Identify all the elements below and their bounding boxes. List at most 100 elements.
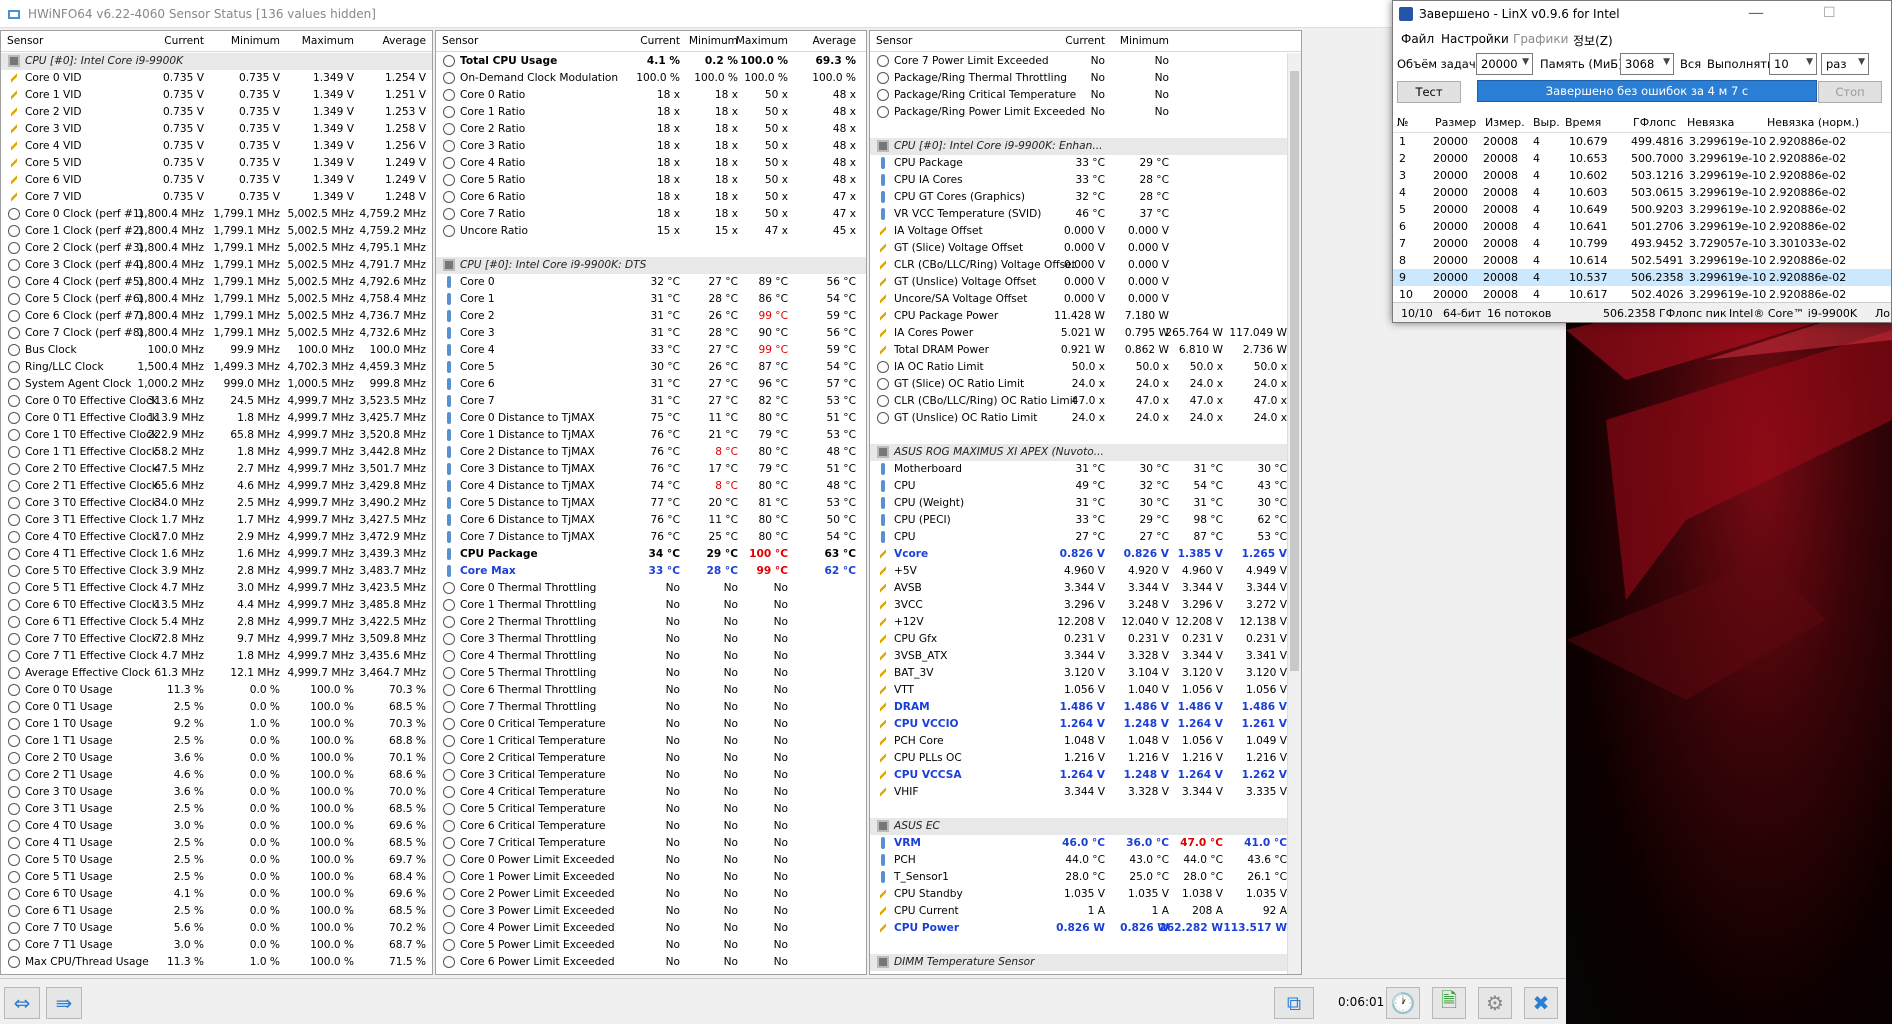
results-column-header[interactable]: Выр. [1533,116,1560,129]
run-unit-combo[interactable]: раз ▼ [1821,53,1869,75]
sensor-row[interactable]: Core 0 T0 Usage 11.3 % 0.0 % 100.0 % 70.3 % [1,682,432,699]
sensor-row[interactable]: Core 5 Distance to TjMAX 77 °C 20 °C 81 °C 5… [436,495,866,512]
sensor-row[interactable]: Core 2 Clock (perf #3) 1,800.4 MHz 1,799.1… [1,240,432,257]
sensor-row[interactable]: Core 0 Critical Temperature No No No [436,716,866,733]
sensor-row[interactable]: Core 1 T1 Usage 2.5 % 0.0 % 100.0 % 68.8 % [1,733,432,750]
sensor-row[interactable]: CLR (CBo/LLC/Ring) Voltage Offset 0.000 V… [870,257,1301,274]
scrollbar-thumb[interactable] [1290,71,1299,671]
sensor-row[interactable]: Core 6 T0 Usage 4.1 % 0.0 % 100.0 % 69.6 % [1,886,432,903]
minimize-icon[interactable]: — [1748,3,1764,22]
sensor-row[interactable]: On-Demand Clock Modulation 100.0 % 100.0 %… [436,70,866,87]
results-row[interactable]: 3 20000 20008 4 10.602 503.1216 3.299619e-10 2.… [1393,167,1891,184]
sensor-row[interactable]: Core 1 Distance to TjMAX 76 °C 21 °C 79 °C 5… [436,427,866,444]
menu-graphs[interactable]: Графики [1513,32,1568,46]
header-minimum[interactable]: Minimum [689,35,738,47]
menu-info[interactable]: 정보(Z) [1573,32,1613,49]
sensor-row[interactable]: Max CPU/Thread Usage 11.3 % 1.0 % 100.0 % 71… [1,954,432,971]
sensor-row[interactable]: PCH 44.0 °C 43.0 °C 44.0 °C 43.6 °C [870,852,1301,869]
sensor-row[interactable]: Core 4 Distance to TjMAX 74 °C 8 °C 80 °C 48… [436,478,866,495]
sensor-row[interactable]: PCH Core 1.048 V 1.048 V 1.056 V 1.049 V [870,733,1301,750]
sensor-row[interactable]: CPU IA Cores 33 °C 28 °C [870,172,1301,189]
sensor-row[interactable]: AVSB 3.344 V 3.344 V 3.344 V 3.344 V [870,580,1301,597]
sensor-row[interactable]: Core 5 VID 0.735 V 0.735 V 1.349 V 1.249 V [1,155,432,172]
sensor-row[interactable]: CPU GT Cores (Graphics) 32 °C 28 °C [870,189,1301,206]
header-current[interactable]: Current [164,35,204,47]
sensor-row[interactable]: Core 5 Power Limit Exceeded No No No [436,937,866,954]
sensor-panel-2[interactable]: Sensor Current Minimum Maximum Average T… [435,30,867,975]
sensor-row[interactable]: Core 0 32 °C 27 °C 89 °C 56 °C [436,274,866,291]
sensor-row[interactable]: VRM 46.0 °C 36.0 °C 47.0 °C 41.0 °C [870,835,1301,852]
sensor-row[interactable]: Core 7 Critical Temperature No No No [436,835,866,852]
results-row[interactable]: 4 20000 20008 4 10.603 503.0615 3.299619e-10 2.… [1393,184,1891,201]
sensor-row[interactable]: Core 2 Critical Temperature No No No [436,750,866,767]
close-button[interactable]: ✖ [1524,987,1558,1019]
sensor-row[interactable]: Core 1 Critical Temperature No No No [436,733,866,750]
sensor-row[interactable]: GT (Slice) Voltage Offset 0.000 V 0.000 V [870,240,1301,257]
sensor-row[interactable]: +12V 12.208 V 12.040 V 12.208 V 12.138 V [870,614,1301,631]
sensor-row[interactable]: Core 6 31 °C 27 °C 96 °C 57 °C [436,376,866,393]
sensor-row[interactable]: GT (Slice) OC Ratio Limit 24.0 x 24.0 x 24.… [870,376,1301,393]
sensor-row[interactable]: Package/Ring Power Limit Exceeded No No [870,104,1301,121]
sensor-row[interactable]: Core 1 Clock (perf #2) 1,800.4 MHz 1,799.1… [1,223,432,240]
header-sensor[interactable]: Sensor [442,35,478,47]
sensor-row[interactable]: Core 3 Thermal Throttling No No No [436,631,866,648]
sensor-row[interactable]: Core 3 VID 0.735 V 0.735 V 1.349 V 1.258 V [1,121,432,138]
vertical-scrollbar[interactable] [1287,53,1301,974]
sensor-row[interactable]: Core 2 Distance to TjMAX 76 °C 8 °C 80 °C 48… [436,444,866,461]
results-column-header[interactable]: № [1397,116,1408,129]
sensor-row[interactable]: Core 5 T0 Usage 2.5 % 0.0 % 100.0 % 69.7 % [1,852,432,869]
sensor-row[interactable]: Core 5 30 °C 26 °C 87 °C 54 °C [436,359,866,376]
sensor-row[interactable]: Core 4 T1 Effective Clock 1.6 MHz 1.6 MHz 4… [1,546,432,563]
nav-arrows-button[interactable]: ⇔ [4,987,40,1019]
sensor-row[interactable]: Core 0 T1 Effective Clock 113.9 MHz 1.8 MH… [1,410,432,427]
sensor-row[interactable]: CPU Power 0.826 W 0.826 W 262.282 W 113.517 … [870,920,1301,937]
sensor-row[interactable]: Core 5 Ratio 18 x 18 x 50 x 48 x [436,172,866,189]
sensor-row[interactable]: CPU Package 34 °C 29 °C 100 °C 63 °C [436,546,866,563]
sensor-row[interactable]: Core 6 Thermal Throttling No No No [436,682,866,699]
sensor-row[interactable]: Core 7 T1 Usage 3.0 % 0.0 % 100.0 % 68.7 % [1,937,432,954]
sensor-row[interactable]: IA Cores Power 5.021 W 0.795 W 265.764 W 117… [870,325,1301,342]
results-column-header[interactable]: Размер [1435,116,1476,129]
sensor-group-header[interactable]: DIMM Temperature Sensor [870,954,1301,971]
sensor-row[interactable]: Package/Ring Critical Temperature No No [870,87,1301,104]
sensor-row[interactable]: Core 1 T0 Usage 9.2 % 1.0 % 100.0 % 70.3 % [1,716,432,733]
sensor-row[interactable]: Uncore/SA Voltage Offset 0.000 V 0.000 V [870,291,1301,308]
sensor-row[interactable]: BAT_3V 3.120 V 3.104 V 3.120 V 3.120 V [870,665,1301,682]
sensor-row[interactable]: Core 3 Power Limit Exceeded No No No [436,903,866,920]
sensor-row[interactable]: CPU VCCIO 1.264 V 1.248 V 1.264 V 1.261 V [870,716,1301,733]
status-log[interactable]: Лог [1875,307,1891,320]
sensor-row[interactable]: Core 4 T0 Effective Clock 17.0 MHz 2.9 MHz… [1,529,432,546]
results-row[interactable]: 10 20000 20008 4 10.617 502.4026 3.299619e-10 2… [1393,286,1891,303]
results-column-header[interactable]: Измер. [1485,116,1525,129]
sensor-row[interactable]: CPU 27 °C 27 °C 87 °C 53 °C [870,529,1301,546]
collapse-arrows-button[interactable]: ⇛ [46,987,82,1019]
all-memory-label[interactable]: Вся [1680,57,1701,71]
sensor-row[interactable]: Package/Ring Thermal Throttling No No [870,70,1301,87]
sensor-row[interactable]: Core 5 T1 Effective Clock 4.7 MHz 3.0 MHz 4… [1,580,432,597]
results-row[interactable]: 5 20000 20008 4 10.649 500.9203 3.299619e-10 2.… [1393,201,1891,218]
sensor-row[interactable]: Ring/LLC Clock 1,500.4 MHz 1,499.3 MHz 4,70… [1,359,432,376]
sensor-row[interactable]: IA OC Ratio Limit 50.0 x 50.0 x 50.0 x 50.0 … [870,359,1301,376]
header-average[interactable]: Average [382,35,426,47]
sensor-panel-3[interactable]: Sensor Current Minimum Core 7 Power Limi… [869,30,1302,975]
sensor-row[interactable]: Core Max 33 °C 28 °C 99 °C 62 °C [436,563,866,580]
results-column-header[interactable]: Время [1565,116,1601,129]
sensor-row[interactable]: Core 4 T1 Usage 2.5 % 0.0 % 100.0 % 68.5 % [1,835,432,852]
sensor-row[interactable]: Core 4 T0 Usage 3.0 % 0.0 % 100.0 % 69.6 % [1,818,432,835]
sensor-row[interactable]: Core 1 Thermal Throttling No No No [436,597,866,614]
sensor-row[interactable]: Core 5 Clock (perf #6) 1,800.4 MHz 1,799.1… [1,291,432,308]
sensor-row[interactable]: Core 5 T0 Effective Clock 3.9 MHz 2.8 MHz 4… [1,563,432,580]
sensor-row[interactable]: Core 1 T0 Effective Clock 222.9 MHz 65.8 M… [1,427,432,444]
sensor-row[interactable]: Total CPU Usage 4.1 % 0.2 % 100.0 % 69.3 % [436,53,866,70]
sensor-row[interactable]: Core 2 T0 Usage 3.6 % 0.0 % 100.0 % 70.1 % [1,750,432,767]
sensor-row[interactable]: Core 3 31 °C 28 °C 90 °C 56 °C [436,325,866,342]
results-column-header[interactable]: Невязка (норм.) [1767,116,1859,129]
sensor-row[interactable]: Core 2 Ratio 18 x 18 x 50 x 48 x [436,121,866,138]
settings-button[interactable]: ⚙ [1478,987,1512,1019]
sensor-row[interactable]: Average Effective Clock 61.3 MHz 12.1 MHz 4… [1,665,432,682]
sensor-row[interactable]: Core 0 Ratio 18 x 18 x 50 x 48 x [436,87,866,104]
sensor-row[interactable]: CPU Standby 1.035 V 1.035 V 1.038 V 1.035 V [870,886,1301,903]
sensor-row[interactable]: Core 7 31 °C 27 °C 82 °C 53 °C [436,393,866,410]
sensor-row[interactable]: 3VSB_ATX 3.344 V 3.328 V 3.344 V 3.341 V [870,648,1301,665]
sensor-row[interactable]: System Agent Clock 1,000.2 MHz 999.0 MHz 1,… [1,376,432,393]
